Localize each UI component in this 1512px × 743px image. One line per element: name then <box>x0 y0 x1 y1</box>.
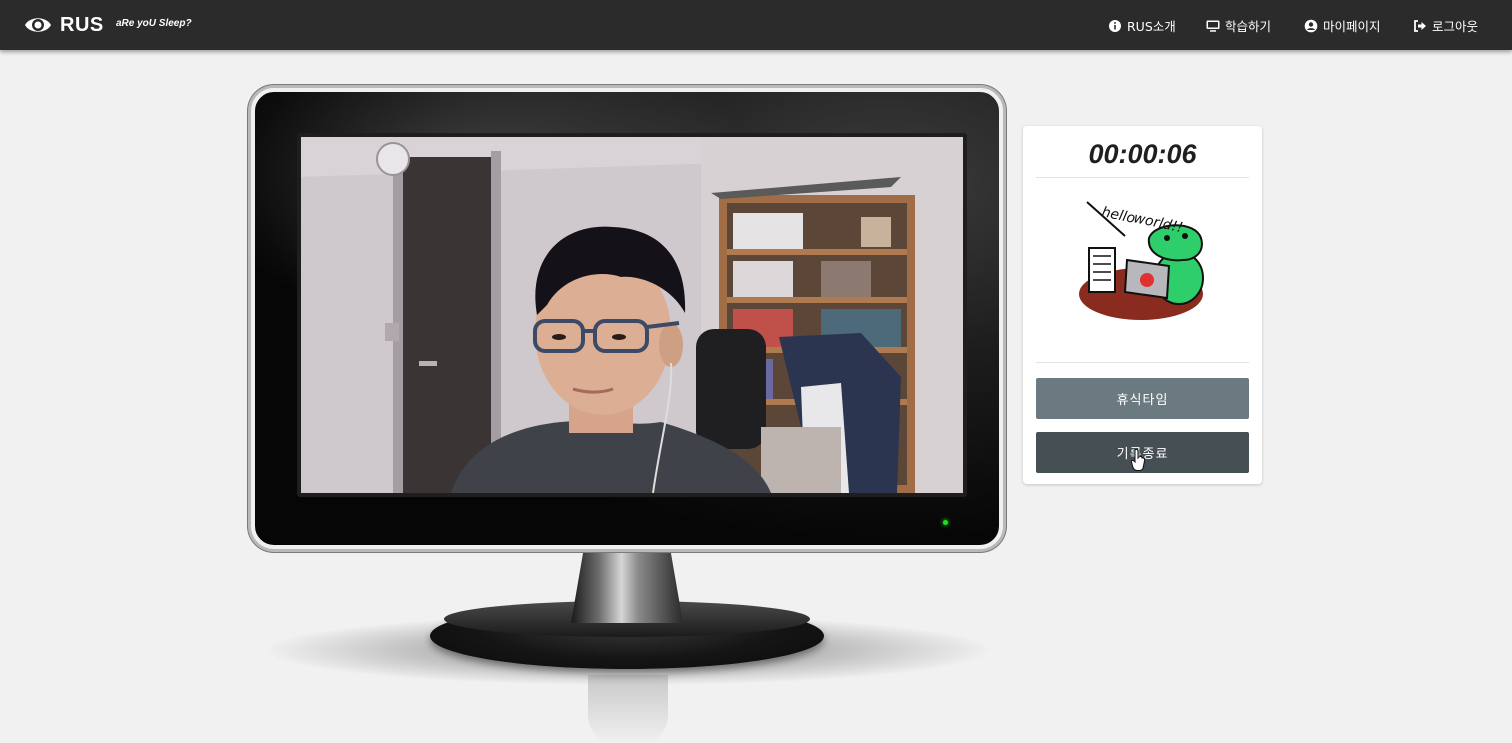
nav-about-link[interactable]: RUS소개 <box>1108 16 1176 35</box>
webcam-video <box>297 133 967 497</box>
monitor-stand-neck <box>571 545 683 623</box>
hand-cursor-icon <box>1131 449 1145 471</box>
monitor-frame <box>251 88 1003 549</box>
nav-logout-link[interactable]: 로그아웃 <box>1413 16 1478 35</box>
divider <box>1036 177 1249 178</box>
eye-icon <box>25 18 51 32</box>
nav-study-label: 학습하기 <box>1225 19 1272 34</box>
break-time-button[interactable]: 휴식타임 <box>1036 378 1249 419</box>
nav-logout-label: 로그아웃 <box>1432 19 1479 34</box>
nav-mypage-link[interactable]: 마이페이지 <box>1304 16 1381 35</box>
monitor-bezel <box>248 85 1006 552</box>
top-navbar: RUS aRe yoU Sleep? RUS소개 학습하기 마이페이지 로그아웃 <box>0 0 1512 50</box>
webcam-scene <box>301 137 963 493</box>
nav-about-label: RUS소개 <box>1127 19 1176 34</box>
dinosaur-mascot-icon: hello world!! <box>1079 201 1204 320</box>
brand-logo[interactable]: RUS <box>24 12 104 38</box>
user-circle-icon <box>1304 19 1318 32</box>
monitor-reflection <box>588 675 668 743</box>
divider <box>1036 362 1249 363</box>
monitor-icon <box>1206 20 1220 32</box>
sign-out-icon <box>1414 19 1426 32</box>
study-control-panel: 00:00:06 hello world!! 휴식타임 기록종료 <box>1023 126 1262 484</box>
study-timer: 00:00:06 <box>1088 139 1197 169</box>
info-icon <box>1109 19 1121 32</box>
nav-mypage-label: 마이페이지 <box>1323 19 1381 34</box>
svg-text:hello: hello <box>1100 204 1136 227</box>
brand-tagline: aRe yoU Sleep? <box>116 18 192 29</box>
brand-name: RUS <box>60 13 104 36</box>
nav-study-link[interactable]: 학습하기 <box>1206 16 1271 35</box>
monitor-illustration <box>248 85 1006 743</box>
power-led <box>943 520 948 525</box>
